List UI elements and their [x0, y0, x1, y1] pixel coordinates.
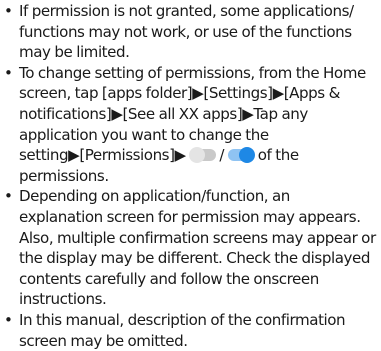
toggle-off-icon [188, 147, 216, 164]
list-item-text: If permission is not granted, some appli… [19, 2, 354, 62]
list-item-permission-not-granted: • If permission is not granted, some app… [2, 1, 377, 63]
toggle-separator: / [215, 146, 228, 165]
list-item-text: In this manual, description of the confi… [19, 310, 346, 350]
bullet-icon: • [4, 2, 13, 20]
bullet-icon: • [4, 310, 13, 329]
list-item-text: Depending on application/function, an ex… [19, 187, 376, 309]
list-item-confirmation-omitted: • In this manual, description of the con… [2, 310, 377, 351]
manual-page: • If permission is not granted, some app… [0, 0, 381, 350]
notes-list: • If permission is not granted, some app… [2, 1, 377, 351]
bullet-icon: • [4, 187, 13, 206]
bullet-icon: • [4, 63, 13, 82]
list-item-change-permission-settings: • To change setting of permissions, from… [2, 63, 377, 187]
list-item-explanation-screen: • Depending on application/function, an … [2, 186, 377, 310]
toggle-on-icon [227, 147, 255, 164]
